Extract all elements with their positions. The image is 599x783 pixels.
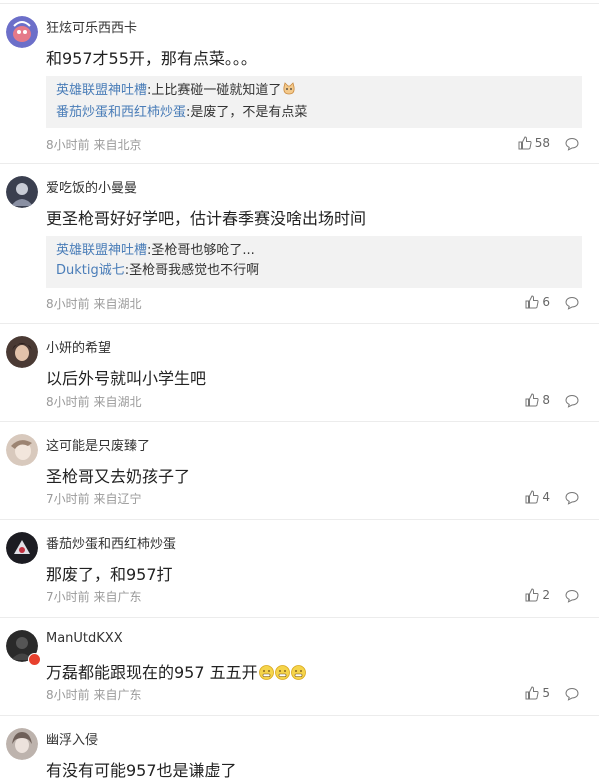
reply-text: 是废了，不是有点菜 <box>190 105 308 120</box>
reply-text: 圣枪哥也够呛了... <box>151 243 255 258</box>
like-count: 8 <box>542 393 550 407</box>
comment-item: 小妍的希望 以后外号就叫小学生吧 8小时前 来自湖北 8 <box>0 324 599 422</box>
comment-text: 更圣枪哥好好学吧，估计春季赛没啥出场时间 <box>46 209 367 228</box>
reply-author[interactable]: 番茄炒蛋和西红柿炒蛋 <box>56 105 186 120</box>
like-count: 5 <box>542 686 550 700</box>
comment-feed: 狂炫可乐西西卡 和957才55开，那有点菜。。。 英雄联盟神吐槽:上比赛碰一碰就… <box>0 0 599 783</box>
comment-text: 有没有可能957也是谦虚了 <box>46 761 237 780</box>
username[interactable]: ManUtdKXX <box>46 631 123 646</box>
like-count: 6 <box>542 295 550 309</box>
username[interactable]: 小妍的希望 <box>46 337 111 356</box>
timestamp-location: 8小时前 来自北京 <box>46 138 142 152</box>
reply-text: 圣枪哥我感觉也不行啊 <box>129 263 260 278</box>
reply-item: 番茄炒蛋和西红柿炒蛋:是废了，不是有点菜 <box>56 103 572 123</box>
verified-badge-icon <box>28 653 41 666</box>
username[interactable]: 狂炫可乐西西卡 <box>46 17 137 36</box>
comment-item: 幽浮入侵 有没有可能957也是谦虚了 <box>0 716 599 783</box>
reply-author[interactable]: 英雄联盟神吐槽 <box>56 83 147 98</box>
reply-preview[interactable]: 英雄联盟神吐槽:上比赛碰一碰就知道了 番茄炒蛋和西红柿炒蛋:是废了，不是有点菜 <box>46 76 582 128</box>
username[interactable]: 这可能是只废臻了 <box>46 435 150 454</box>
avatar[interactable] <box>6 532 38 564</box>
avatar[interactable] <box>6 16 38 48</box>
comment-item: 爱吃饭的小曼曼 更圣枪哥好好学吧，估计春季赛没啥出场时间 英雄联盟神吐槽:圣枪哥… <box>0 164 599 324</box>
username[interactable]: 番茄炒蛋和西红柿炒蛋 <box>46 533 176 552</box>
username[interactable]: 幽浮入侵 <box>46 729 98 748</box>
comment-bubble-icon[interactable] <box>565 589 579 603</box>
like-count: 58 <box>534 136 550 150</box>
thumbs-up-icon <box>525 686 539 700</box>
avatar[interactable] <box>6 434 38 466</box>
thumbs-up-icon <box>518 136 532 150</box>
grimace-emoji-icon <box>290 665 306 684</box>
like-button[interactable]: 58 <box>518 136 550 150</box>
comment-text: 和957才55开，那有点菜。。。 <box>46 49 257 68</box>
like-count: 4 <box>542 490 550 504</box>
reply-item: 英雄联盟神吐槽:上比赛碰一碰就知道了 <box>56 81 572 103</box>
comment-item: 番茄炒蛋和西红柿炒蛋 那废了，和957打 7小时前 来自广东 2 <box>0 520 599 618</box>
thumbs-up-icon <box>525 490 539 504</box>
like-button[interactable]: 5 <box>525 686 550 700</box>
timestamp-location: 7小时前 来自辽宁 <box>46 492 142 506</box>
like-button[interactable]: 2 <box>525 588 550 602</box>
comment-bubble-icon[interactable] <box>565 687 579 701</box>
thumbs-up-icon <box>525 588 539 602</box>
timestamp-location: 8小时前 来自广东 <box>46 688 142 702</box>
reply-item: Duktig诚七:圣枪哥我感觉也不行啊 <box>56 261 572 281</box>
comment-text: 圣枪哥又去奶孩子了 <box>46 467 191 486</box>
like-button[interactable]: 8 <box>525 393 550 407</box>
thumbs-up-icon <box>525 393 539 407</box>
thumbs-up-icon <box>525 295 539 309</box>
like-button[interactable]: 4 <box>525 490 550 504</box>
comment-text: 万磊都能跟现在的957 五五开 <box>46 659 306 684</box>
comment-bubble-icon[interactable] <box>565 491 579 505</box>
like-button[interactable]: 6 <box>525 295 550 309</box>
username[interactable]: 爱吃饭的小曼曼 <box>46 177 137 196</box>
avatar[interactable] <box>6 176 38 208</box>
timestamp-location: 7小时前 来自广东 <box>46 590 142 604</box>
comment-item: 这可能是只废臻了 圣枪哥又去奶孩子了 7小时前 来自辽宁 4 <box>0 422 599 520</box>
timestamp-location: 8小时前 来自湖北 <box>46 297 142 311</box>
comment-bubble-icon[interactable] <box>565 137 579 151</box>
reply-text: 上比赛碰一碰就知道了 <box>151 83 282 98</box>
comment-bubble-icon[interactable] <box>565 394 579 408</box>
comment-item: 狂炫可乐西西卡 和957才55开，那有点菜。。。 英雄联盟神吐槽:上比赛碰一碰就… <box>0 4 599 164</box>
reply-author[interactable]: Duktig诚七 <box>56 263 125 278</box>
grimace-emoji-icon <box>274 665 290 684</box>
avatar[interactable] <box>6 336 38 368</box>
comment-text: 以后外号就叫小学生吧 <box>46 369 207 388</box>
comment-bubble-icon[interactable] <box>565 296 579 310</box>
comment-text: 那废了，和957打 <box>46 565 173 584</box>
comment-item: ManUtdKXX 万磊都能跟现在的957 五五开 8小时前 来自广东 5 <box>0 618 599 716</box>
reply-author[interactable]: 英雄联盟神吐槽 <box>56 243 147 258</box>
cat-emoji-icon <box>282 82 296 103</box>
timestamp-location: 8小时前 来自湖北 <box>46 395 142 409</box>
reply-item: 英雄联盟神吐槽:圣枪哥也够呛了... <box>56 241 572 261</box>
reply-preview[interactable]: 英雄联盟神吐槽:圣枪哥也够呛了... Duktig诚七:圣枪哥我感觉也不行啊 <box>46 236 582 288</box>
like-count: 2 <box>542 588 550 602</box>
avatar[interactable] <box>6 728 38 760</box>
comment-text-body: 万磊都能跟现在的957 五五开 <box>46 663 258 682</box>
grimace-emoji-icon <box>258 665 274 684</box>
